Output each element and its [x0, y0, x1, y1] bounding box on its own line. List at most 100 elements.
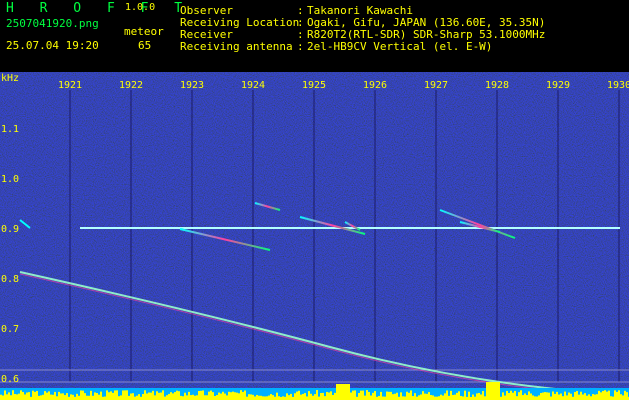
level-bar	[122, 390, 124, 400]
level-bar	[394, 393, 396, 400]
level-bar	[576, 390, 578, 400]
level-bar	[286, 393, 288, 400]
level-bar	[154, 395, 156, 400]
level-bar	[0, 394, 2, 400]
level-bar	[366, 390, 368, 400]
level-bar	[230, 392, 232, 400]
level-bar	[556, 391, 558, 400]
level-bar	[78, 395, 80, 400]
y-tick-label: 0.9	[1, 224, 20, 235]
level-bar	[216, 395, 218, 400]
level-bar	[506, 390, 508, 400]
level-bar	[612, 396, 614, 400]
level-bar	[504, 395, 506, 400]
level-bar	[28, 392, 30, 400]
level-bar	[276, 392, 278, 400]
level-bar	[456, 392, 458, 400]
level-bar	[596, 394, 598, 400]
level-bar	[368, 391, 370, 400]
level-bar	[306, 396, 308, 400]
level-bar	[534, 396, 536, 400]
level-bar	[210, 390, 212, 400]
level-bar	[184, 392, 186, 400]
y-tick-label: 1.0	[1, 174, 20, 185]
app-version: 1.0.0	[125, 2, 156, 13]
level-bar	[402, 396, 404, 400]
level-bar	[464, 390, 466, 400]
level-bar	[440, 394, 442, 400]
level-bar	[326, 391, 328, 400]
level-bar	[588, 394, 590, 400]
x-tick-label: 1925	[301, 80, 327, 91]
level-bar	[164, 396, 166, 400]
level-bar	[144, 390, 146, 400]
level-bar	[192, 394, 194, 400]
level-bar	[198, 391, 200, 400]
level-bar	[166, 395, 168, 400]
level-bar	[364, 395, 366, 400]
level-bar	[94, 392, 96, 400]
level-bar	[418, 395, 420, 400]
level-bar	[298, 390, 300, 400]
level-bar	[304, 393, 306, 400]
level-bar	[332, 394, 334, 400]
level-bar	[410, 390, 412, 400]
level-bar	[2, 395, 4, 400]
level-bar	[582, 394, 584, 400]
level-bar	[116, 390, 118, 400]
level-bar	[442, 395, 444, 400]
level-bar	[42, 394, 44, 400]
level-bar	[424, 393, 426, 400]
level-bar	[232, 391, 234, 400]
level-bar	[378, 395, 380, 400]
level-bar	[162, 390, 164, 400]
level-bar	[118, 396, 120, 400]
level-bar	[18, 393, 20, 400]
level-bar	[26, 392, 28, 400]
y-tick-label: 0.6	[1, 374, 20, 385]
detector-count: 65	[138, 39, 152, 52]
level-bar	[422, 391, 424, 400]
level-bar	[254, 396, 256, 400]
level-bar	[444, 393, 446, 400]
level-bar	[62, 393, 64, 400]
level-bar	[584, 393, 586, 400]
level-bar	[532, 395, 534, 400]
level-bar	[542, 392, 544, 400]
level-bar	[354, 390, 356, 400]
level-bar	[54, 391, 56, 400]
level-bar	[480, 394, 482, 400]
level-bar	[474, 396, 476, 400]
level-bar	[526, 395, 528, 400]
header-panel: H R O F F T 1.0.0 2507041920.png meteor …	[0, 0, 629, 72]
level-bar	[586, 395, 588, 400]
level-bar	[564, 391, 566, 400]
x-tick-label: 1928	[484, 80, 510, 91]
level-bar	[608, 390, 610, 400]
level-bar	[352, 390, 354, 400]
level-bar	[536, 396, 538, 400]
level-bar	[570, 393, 572, 400]
level-bar	[110, 391, 112, 400]
level-bar	[400, 392, 402, 400]
level-bar	[160, 392, 162, 400]
level-bar	[490, 382, 492, 400]
level-bar	[428, 392, 430, 400]
level-bar	[174, 392, 176, 400]
level-bar	[150, 392, 152, 400]
level-bar	[404, 396, 406, 400]
antenna-value: 2el-HB9CV Vertical (el. E-W)	[307, 40, 493, 53]
level-bar	[190, 395, 192, 400]
level-bar	[476, 393, 478, 400]
level-bar	[622, 395, 624, 400]
level-bar	[448, 395, 450, 400]
level-bar	[48, 391, 50, 400]
level-bar	[156, 391, 158, 400]
level-bar	[70, 394, 72, 400]
level-bar	[32, 390, 34, 400]
level-bar	[496, 382, 498, 400]
level-bar	[82, 390, 84, 400]
level-bar	[128, 395, 130, 400]
level-bar	[336, 384, 338, 400]
level-bar	[84, 393, 86, 400]
